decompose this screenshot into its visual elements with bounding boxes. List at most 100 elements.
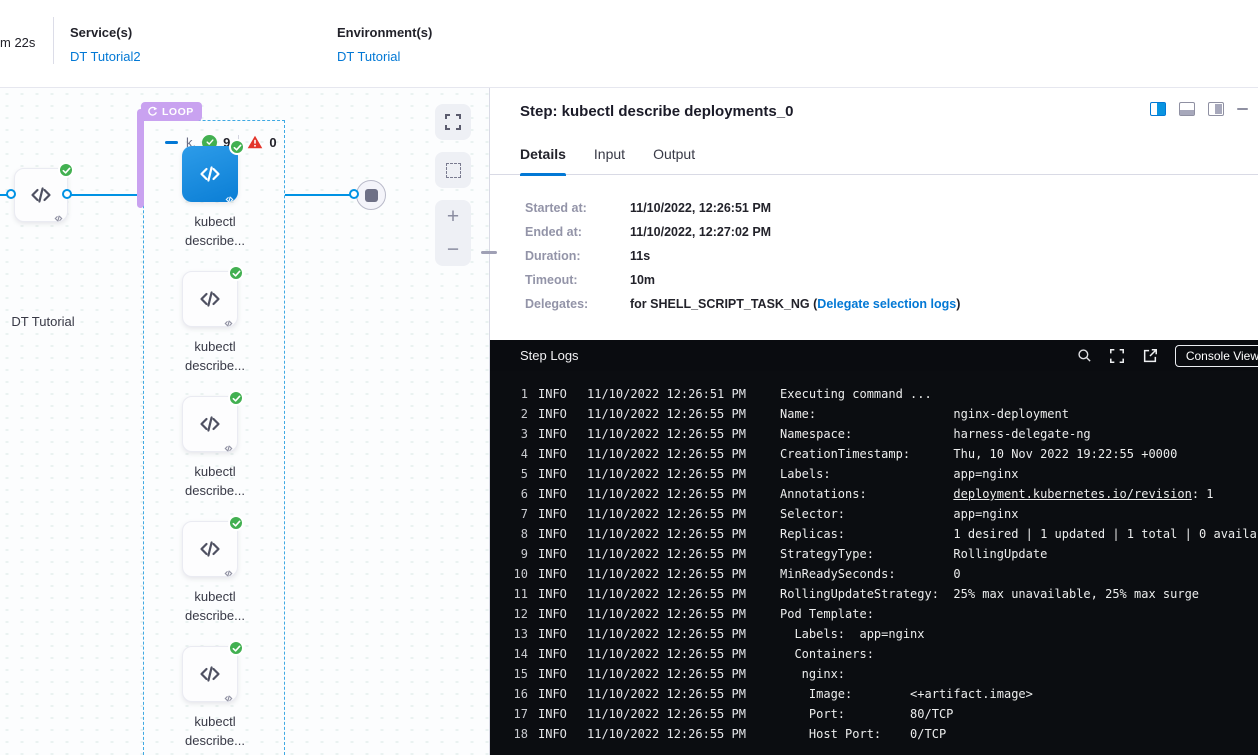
connector-dot bbox=[62, 189, 72, 199]
environment-label: Environment(s) bbox=[337, 25, 432, 40]
delegate-selection-logs-link[interactable]: Delegate selection logs bbox=[817, 297, 956, 311]
service-label: Service(s) bbox=[70, 25, 132, 40]
shell-script-mini-icon bbox=[224, 440, 233, 449]
detail-label: Ended at: bbox=[525, 225, 630, 239]
canvas-zoom-controls: + − bbox=[435, 200, 471, 266]
code-icon bbox=[198, 162, 222, 186]
connector-dot bbox=[6, 189, 16, 199]
console-view-button[interactable]: Console View bbox=[1175, 345, 1258, 367]
code-icon bbox=[198, 537, 222, 561]
warning-triangle-icon bbox=[247, 135, 263, 149]
detail-label: Started at: bbox=[525, 201, 630, 215]
success-check-icon bbox=[228, 640, 244, 656]
minimize-icon[interactable] bbox=[1237, 108, 1248, 111]
edge-loop-to-end bbox=[285, 194, 357, 196]
panel-title: Step: kubectl describe deployments_0 bbox=[520, 103, 793, 120]
layout-minimized-view-icon[interactable] bbox=[1208, 102, 1224, 116]
loop-spine-bar bbox=[137, 109, 144, 208]
code-icon bbox=[198, 412, 222, 436]
detail-value: 11/10/2022, 12:26:51 PM bbox=[630, 201, 771, 215]
tab-output[interactable]: Output bbox=[653, 134, 695, 175]
shell-script-mini-icon bbox=[54, 210, 63, 219]
loop-group-container: k. 9 0 kubectldescribe... bbox=[143, 120, 285, 755]
code-icon bbox=[29, 183, 53, 207]
panel-resize-handle[interactable] bbox=[481, 251, 497, 254]
execution-header: m 22s Service(s) DT Tutorial2 Environmen… bbox=[0, 0, 1258, 88]
log-line: 3INFO11/10/2022 12:26:55 PMNamespace: ha… bbox=[490, 424, 1258, 444]
log-line: 16INFO11/10/2022 12:26:55 PM Image: <+ar… bbox=[490, 684, 1258, 704]
end-node[interactable] bbox=[356, 180, 386, 210]
detail-value: 11/10/2022, 12:27:02 PM bbox=[630, 225, 771, 239]
failed-count: 0 bbox=[269, 135, 276, 150]
detail-row: Ended at:11/10/2022, 12:27:02 PM bbox=[525, 225, 1258, 239]
environment-block: Environment(s) DT Tutorial bbox=[337, 24, 432, 64]
log-line: 2INFO11/10/2022 12:26:55 PMName: nginx-d… bbox=[490, 404, 1258, 424]
canvas-select-button[interactable] bbox=[435, 152, 471, 188]
shell-script-mini-icon bbox=[224, 565, 233, 574]
annotation-revision-link[interactable]: deployment.kubernetes.io/revision bbox=[953, 487, 1191, 501]
log-line: 18INFO11/10/2022 12:26:55 PM Host Port: … bbox=[490, 724, 1258, 744]
service-link[interactable]: DT Tutorial2 bbox=[70, 49, 141, 64]
log-output[interactable]: 1INFO11/10/2022 12:26:51 PMExecuting com… bbox=[490, 371, 1258, 755]
detail-label: Duration: bbox=[525, 249, 630, 263]
zoom-in-button[interactable]: + bbox=[435, 200, 471, 233]
environment-link[interactable]: DT Tutorial bbox=[337, 49, 432, 64]
step-node-label: kubectldescribe... bbox=[144, 462, 286, 500]
tab-input[interactable]: Input bbox=[594, 134, 625, 175]
success-check-icon bbox=[228, 390, 244, 406]
detail-label: Timeout: bbox=[525, 273, 630, 287]
start-node-label: DT Tutorial bbox=[0, 314, 98, 329]
canvas-fullscreen-button[interactable] bbox=[435, 104, 471, 140]
shell-script-mini-icon bbox=[225, 191, 234, 200]
log-line: 6INFO11/10/2022 12:26:55 PMAnnotations: … bbox=[490, 484, 1258, 504]
collapse-icon[interactable] bbox=[165, 141, 178, 144]
success-check-icon bbox=[228, 515, 244, 531]
log-line: 9INFO11/10/2022 12:26:55 PMStrategyType:… bbox=[490, 544, 1258, 564]
log-line: 7INFO11/10/2022 12:26:55 PMSelector: app… bbox=[490, 504, 1258, 524]
loop-badge-label: LOOP bbox=[162, 106, 194, 118]
loop-badge[interactable]: LOOP bbox=[141, 102, 202, 121]
layout-right-view-icon[interactable] bbox=[1150, 102, 1166, 116]
pipeline-canvas[interactable]: DT Tutorial LOOP k. bbox=[0, 88, 490, 755]
logs-fullscreen-icon[interactable] bbox=[1109, 348, 1125, 364]
shell-script-mini-icon bbox=[224, 690, 233, 699]
log-line: 17INFO11/10/2022 12:26:55 PM Port: 80/TC… bbox=[490, 704, 1258, 724]
detail-row: Timeout:10m bbox=[525, 273, 1258, 287]
search-icon[interactable] bbox=[1077, 348, 1092, 363]
elapsed-time: m 22s bbox=[0, 35, 35, 50]
open-in-new-tab-icon[interactable] bbox=[1142, 348, 1158, 364]
success-check-icon bbox=[58, 162, 74, 178]
log-line: 11INFO11/10/2022 12:26:55 PMRollingUpdat… bbox=[490, 584, 1258, 604]
edge-start-to-loop bbox=[66, 194, 140, 196]
detail-value: 11s bbox=[630, 249, 650, 263]
step-node-label: kubectldescribe... bbox=[144, 337, 286, 375]
shell-script-mini-icon bbox=[224, 315, 233, 324]
fullscreen-icon bbox=[444, 113, 462, 131]
panel-header: Step: kubectl describe deployments_0 bbox=[490, 88, 1258, 134]
code-icon bbox=[198, 287, 222, 311]
log-line: 12INFO11/10/2022 12:26:55 PMPod Template… bbox=[490, 604, 1258, 624]
log-line: 1INFO11/10/2022 12:26:51 PMExecuting com… bbox=[490, 384, 1258, 404]
step-logs-section: Step Logs Console View 1IN bbox=[490, 340, 1258, 755]
step-node-label: kubectldescribe... bbox=[144, 712, 286, 750]
detail-row: Started at:11/10/2022, 12:26:51 PM bbox=[525, 201, 1258, 215]
success-check-icon bbox=[229, 139, 245, 155]
detail-value: for SHELL_SCRIPT_TASK_NG (Delegate selec… bbox=[630, 297, 960, 311]
connector-dot bbox=[349, 189, 359, 199]
log-line: 5INFO11/10/2022 12:26:55 PMLabels: app=n… bbox=[490, 464, 1258, 484]
step-logs-header: Step Logs Console View bbox=[490, 340, 1258, 371]
log-line: 15INFO11/10/2022 12:26:55 PM nginx: bbox=[490, 664, 1258, 684]
tab-details[interactable]: Details bbox=[520, 134, 566, 175]
log-line: 8INFO11/10/2022 12:26:55 PMReplicas: 1 d… bbox=[490, 524, 1258, 544]
step-node-label: kubectldescribe... bbox=[144, 212, 286, 250]
layout-bottom-view-icon[interactable] bbox=[1179, 102, 1195, 116]
log-line: 10INFO11/10/2022 12:26:55 PMMinReadySeco… bbox=[490, 564, 1258, 584]
zoom-out-button[interactable]: − bbox=[435, 233, 471, 266]
node-dt-tutorial[interactable]: DT Tutorial bbox=[14, 168, 68, 222]
step-details: Started at:11/10/2022, 12:26:51 PM Ended… bbox=[490, 175, 1258, 340]
code-icon bbox=[198, 662, 222, 686]
step-details-panel: Step: kubectl describe deployments_0 Det… bbox=[490, 88, 1258, 755]
stop-icon bbox=[365, 189, 378, 202]
log-line: 14INFO11/10/2022 12:26:55 PM Containers: bbox=[490, 644, 1258, 664]
detail-label: Delegates: bbox=[525, 297, 630, 311]
